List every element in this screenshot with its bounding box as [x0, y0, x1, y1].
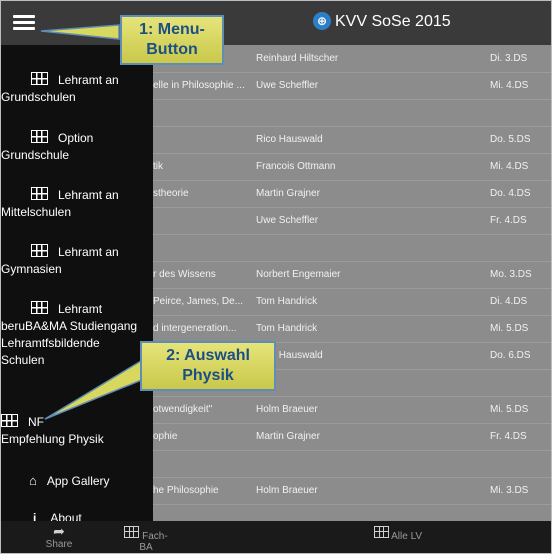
app-frame: ⊕ KVV SoSe 2015 Reinhard Hiltscher Di. 3.D…	[0, 0, 552, 554]
menu-callout-pointer	[40, 24, 120, 40]
physik-callout: 2: Auswahl Physik	[140, 341, 276, 391]
menu-callout-text: 1: Menu-Button	[139, 21, 205, 58]
physik-callout-pointer	[44, 359, 151, 420]
callout-arrows	[40, 24, 151, 420]
physik-callout-text: 2: Auswahl Physik	[166, 347, 250, 384]
menu-button-callout: 1: Menu-Button	[120, 15, 224, 65]
